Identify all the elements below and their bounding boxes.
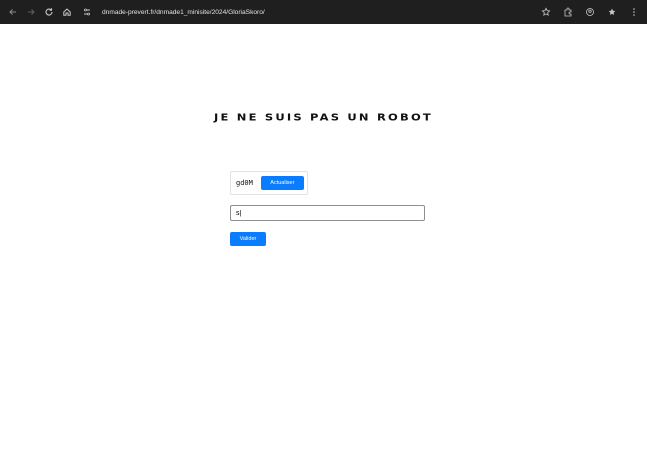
profile-icon[interactable] bbox=[583, 5, 597, 19]
bookmark-star-icon[interactable] bbox=[539, 5, 553, 19]
captcha-box: gd0M Actualiser bbox=[230, 171, 308, 195]
page-content: JE NE SUIS PAS UN ROBOT gd0M Actualiser … bbox=[0, 24, 647, 461]
page-title: JE NE SUIS PAS UN ROBOT bbox=[214, 111, 433, 123]
toolbar-right-icons bbox=[531, 5, 641, 19]
back-arrow-icon[interactable] bbox=[6, 5, 20, 19]
extensions-icon[interactable] bbox=[561, 5, 575, 19]
extension-pin-icon[interactable] bbox=[605, 5, 619, 19]
captcha-answer-input[interactable] bbox=[230, 205, 425, 221]
address-bar[interactable]: dnmade-prevert.fr/dnmade1_minisite/2024/… bbox=[80, 3, 525, 21]
url-text: dnmade-prevert.fr/dnmade1_minisite/2024/… bbox=[102, 8, 265, 16]
home-icon[interactable] bbox=[60, 5, 74, 19]
menu-icon[interactable] bbox=[627, 5, 641, 19]
forward-arrow-icon[interactable] bbox=[24, 5, 38, 19]
browser-toolbar: dnmade-prevert.fr/dnmade1_minisite/2024/… bbox=[0, 0, 647, 24]
site-settings-icon[interactable] bbox=[80, 5, 94, 19]
refresh-captcha-button[interactable]: Actualiser bbox=[260, 176, 304, 190]
captcha-code: gd0M bbox=[236, 179, 253, 187]
reload-icon[interactable] bbox=[42, 5, 56, 19]
submit-button[interactable]: Valider bbox=[230, 232, 266, 246]
